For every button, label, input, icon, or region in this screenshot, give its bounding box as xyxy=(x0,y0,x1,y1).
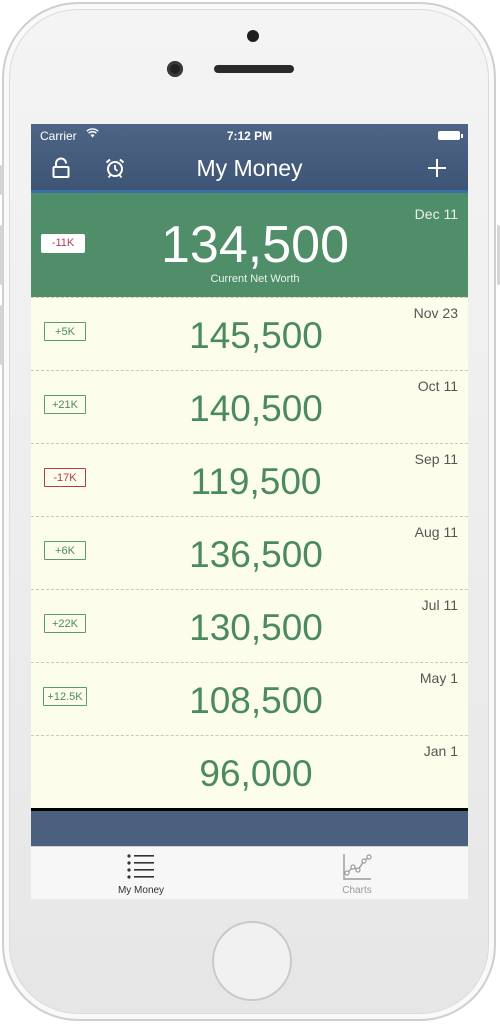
list-item[interactable]: Nov 23 +5K 145,500 xyxy=(31,297,468,370)
entry-amount: 96,000 xyxy=(199,753,313,794)
volume-down-button xyxy=(0,305,3,365)
entry-amount: 145,500 xyxy=(189,315,323,356)
plus-icon[interactable] xyxy=(426,157,448,179)
tab-bar: My Money Charts xyxy=(31,846,468,899)
list-item[interactable]: Jan 1 96,000 xyxy=(31,735,468,808)
list-item[interactable]: Oct 11 +21K 140,500 xyxy=(31,370,468,443)
tab-my-money[interactable]: My Money xyxy=(71,847,211,899)
home-button[interactable] xyxy=(212,921,292,1001)
status-bar: Carrier 7:12 PM xyxy=(31,124,468,146)
line-chart-icon xyxy=(342,853,372,881)
net-worth-history-list: Nov 23 +5K 145,500 Oct 11 +21K 140,500 S… xyxy=(31,297,468,808)
list-item[interactable]: Sep 11 -17K 119,500 xyxy=(31,443,468,516)
battery-icon xyxy=(438,131,463,140)
entry-amount: 130,500 xyxy=(189,607,323,648)
tab-charts-label: Charts xyxy=(342,885,372,896)
tab-charts[interactable]: Charts xyxy=(287,847,427,899)
camera-lens xyxy=(167,61,183,77)
list-item[interactable]: Aug 11 +6K 136,500 xyxy=(31,516,468,589)
list-item[interactable]: Jul 11 +22K 130,500 xyxy=(31,589,468,662)
list-icon xyxy=(126,853,156,881)
status-time: 7:12 PM xyxy=(226,129,273,143)
entry-amount: 119,500 xyxy=(190,461,322,502)
volume-up-button xyxy=(0,225,3,285)
navigation-bar: Carrier 7:12 PM My Money xyxy=(31,124,468,193)
current-net-worth-label: Current Net Worth xyxy=(210,273,300,285)
front-camera xyxy=(247,30,259,42)
entry-amount: 108,500 xyxy=(189,680,323,721)
current-net-worth-amount: 134,500 xyxy=(161,216,349,274)
tab-my-money-label: My Money xyxy=(117,885,165,896)
footer-band xyxy=(31,811,468,846)
mute-switch xyxy=(0,165,3,195)
app-screen: Carrier 7:12 PM My Money Dec 11 -11K 134… xyxy=(31,124,468,899)
current-net-worth-panel[interactable]: Dec 11 -11K 134,500 Current Net Worth xyxy=(31,193,468,297)
entry-amount: 136,500 xyxy=(189,534,323,575)
earpiece-speaker xyxy=(214,65,294,73)
page-title: My Money xyxy=(196,155,303,181)
entry-amount: 140,500 xyxy=(189,388,323,429)
list-item[interactable]: May 1 +12.5K 108,500 xyxy=(31,662,468,735)
